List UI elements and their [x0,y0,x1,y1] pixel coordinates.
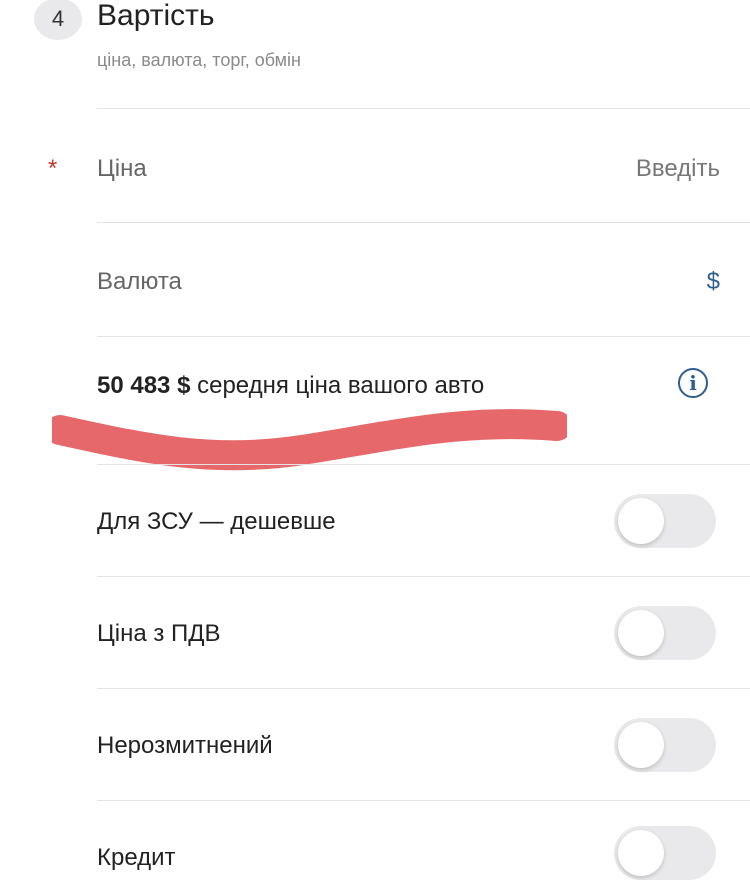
toggle-label-zsu: Для ЗСУ — дешевше [97,508,336,535]
divider [97,800,750,801]
toggle-knob [618,722,664,768]
divider [97,108,750,109]
divider [97,576,750,577]
toggle-knob [618,498,664,544]
toggle-knob [618,830,664,876]
divider [97,464,750,465]
divider [97,222,750,223]
toggle-knob [618,610,664,656]
price-input[interactable]: Введіть [636,155,720,183]
currency-select[interactable]: $ [707,268,720,296]
average-price-text: 50 483 $ середня ціна вашого авто [97,372,484,400]
required-mark: * [48,155,58,182]
info-icon[interactable]: i [678,368,708,398]
section-subtitle: ціна, валюта, торг, обмін [97,50,301,70]
average-price-caption: середня ціна вашого авто [190,372,485,399]
step-number-badge: 4 [34,0,82,40]
section-title: Вартість [97,0,215,32]
toggle-label-uncleared: Нерозмитнений [97,732,273,759]
zsu-discount-toggle[interactable] [614,494,716,548]
credit-toggle[interactable] [614,826,716,880]
price-label: Ціна [97,155,147,182]
vat-toggle[interactable] [614,606,716,660]
toggle-label-vat: Ціна з ПДВ [97,620,221,647]
currency-label: Валюта [97,268,182,295]
divider [97,688,750,689]
average-price-amount: 50 483 $ [97,372,191,399]
divider [97,336,750,337]
toggle-label-credit: Кредит [97,844,176,871]
uncleared-toggle[interactable] [614,718,716,772]
redaction-scribble [52,409,567,471]
